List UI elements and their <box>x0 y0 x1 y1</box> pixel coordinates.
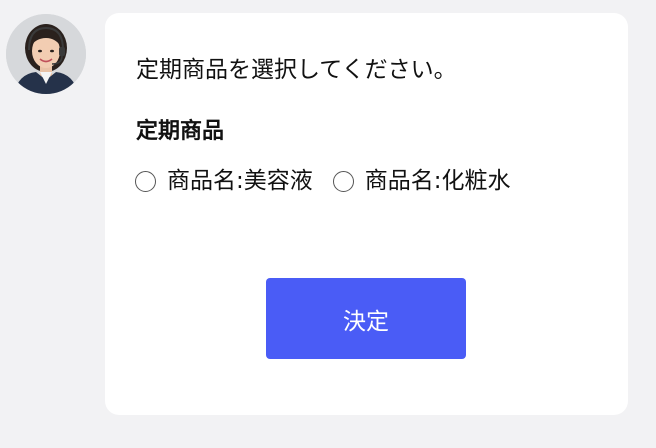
message-card: 定期商品を選択してください。 定期商品 商品名:美容液 商品名:化粧水 決定 <box>105 13 628 415</box>
prompt-text: 定期商品を選択してください。 <box>136 57 457 83</box>
radio-button[interactable] <box>332 170 354 192</box>
section-title: 定期商品 <box>136 119 225 144</box>
option-toner[interactable]: 商品名:化粧水 <box>332 166 511 196</box>
chat-screen: 定期商品を選択してください。 定期商品 商品名:美容液 商品名:化粧水 決定 <box>0 0 656 448</box>
agent-avatar <box>6 14 86 94</box>
product-radio-group: 商品名:美容液 商品名:化粧水 <box>135 166 531 196</box>
radio-button[interactable] <box>135 170 156 192</box>
submit-button[interactable]: 決定 <box>266 278 466 359</box>
option-label: 商品名:化粧水 <box>364 168 511 194</box>
option-beauty-serum[interactable]: 商品名:美容液 <box>135 166 313 196</box>
option-label: 商品名:美容液 <box>167 168 313 194</box>
operator-headset-icon <box>6 14 86 94</box>
